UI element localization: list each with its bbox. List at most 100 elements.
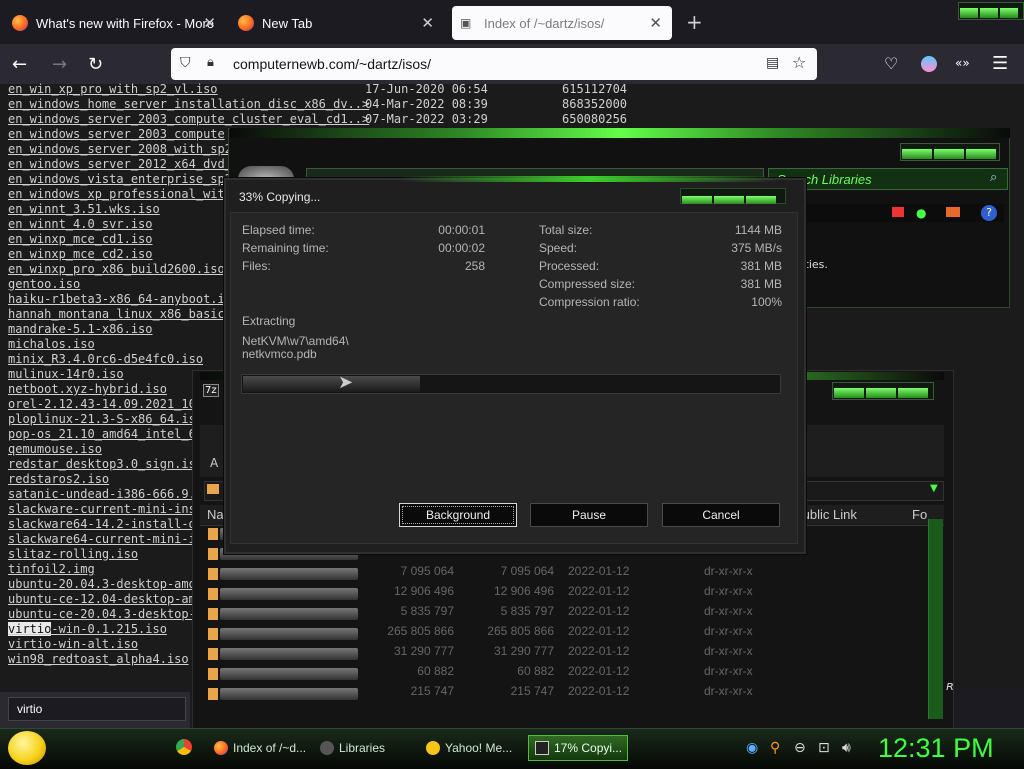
cancel-button[interactable]: Cancel [662,503,780,527]
file-link[interactable]: pop-os_21.10_amd64_intel_6 [8,427,196,441]
pause-button[interactable]: Pause [530,503,648,527]
search-icon[interactable]: ⌕ [990,170,997,185]
file-link[interactable]: en_winnt_3.51.wks.iso [8,202,160,216]
find-input[interactable]: virtio [8,697,186,721]
speed-value: 375 MB/s [731,241,782,255]
volume-icon[interactable]: 🔊︎ [842,740,851,756]
status-dot-icon[interactable]: ● [916,206,926,220]
file-list-row[interactable]: 7 095 064 7 095 064 2022-01-12 dr-xr-xr-x [204,564,944,584]
file-link[interactable]: satanic-undead-i386-666.9. [8,487,196,501]
file-link[interactable]: redstaros2.iso [8,472,109,486]
menu-hamburger-icon[interactable]: ☰ [992,53,1008,74]
file-link[interactable]: ubuntu-ce-20.04.3-desktop- [8,607,196,621]
modified-cell: 2022-01-12 [568,584,630,598]
file-link[interactable]: en_windows_xp_professional_with [8,187,232,201]
file-link[interactable]: slitaz-rolling.iso [8,547,138,561]
close-tab-icon[interactable]: ✕ [649,14,662,32]
file-link[interactable]: mandrake-5.1-x86.iso [8,322,153,336]
file-link[interactable]: en_winxp_pro_x86_build2600.iso [8,262,225,276]
tab-index-of-isos[interactable]: ▣ Index of /~dartz/isos/ ✕ [452,6,672,40]
file-link[interactable]: slackware-current-mini-ins [8,502,196,516]
account-icon[interactable] [921,56,937,72]
start-button[interactable] [8,731,46,765]
file-link[interactable]: en_windows_server_2012_x64_dvd_ [8,157,232,171]
file-link[interactable]: ubuntu-20.04.3-desktop-amd [8,577,196,591]
column-folders[interactable]: Fo [912,507,927,522]
listing-row: en_windows_server_2003_compute [8,127,225,142]
file-link[interactable]: ploplinux-21.3-S-x86_64.is [8,412,196,426]
file-link[interactable]: ubuntu-ce-12.04-desktop-am [8,592,196,606]
network-globe-icon[interactable]: ◉ [746,740,758,756]
file-list-row[interactable]: 31 290 777 31 290 777 2022-01-12 dr-xr-xr-x [204,644,944,664]
file-list-row[interactable]: 5 835 797 5 835 797 2022-01-12 dr-xr-xr-x [204,604,944,624]
taskbar-item-firefox[interactable]: Index of /~d... [208,735,308,761]
background-button[interactable]: Background [399,503,517,527]
reload-icon[interactable]: ↻ [88,54,103,75]
file-list-row[interactable]: 60 882 60 882 2022-01-12 dr-xr-xr-x [204,664,944,684]
bookmark-star-icon[interactable]: ☆ [792,53,806,72]
close-tab-icon[interactable]: ✕ [421,14,434,32]
extensions-icon[interactable]: «» [955,56,970,70]
file-link[interactable]: redstar_desktop3.0_sign.is [8,457,196,471]
listing-row: en_winnt_4.0_svr.iso [8,217,153,232]
elapsed-time-label: Elapsed time: [242,223,315,237]
file-link[interactable]: en_windows_server_2003_compute_cluster_e… [8,112,369,126]
file-link[interactable]: en_windows_server_2003_compute [8,127,225,141]
new-tab-plus-icon[interactable]: + [686,10,703,34]
file-link[interactable]: en_windows_vista_enterprise_sp2 [8,172,232,186]
search-tray-icon[interactable]: ⚲ [770,740,780,756]
tab-new-tab[interactable]: New Tab ✕ [230,6,444,40]
file-link[interactable]: haiku-r1beta3-x86_64-anyboot.is [8,292,232,306]
pocket-icon[interactable]: ♡ [884,54,898,73]
close-tab-icon[interactable]: ✕ [203,14,216,32]
window-controls[interactable] [958,2,1024,20]
taskbar-item-7zip[interactable]: 17% Copyi... [528,735,628,761]
file-link[interactable]: en_win_xp_pro_with_sp2_vl.iso [8,82,218,96]
back-arrow-icon[interactable]: ← [12,54,27,75]
clock[interactable]: 12:31 PM [878,733,994,764]
file-link[interactable]: virtio-win-alt.iso [8,637,138,651]
taskbar-item-yahoo-messenger[interactable]: Yahoo! Me... [420,735,524,761]
chevron-down-icon[interactable]: ▼ [930,483,938,494]
file-link[interactable]: minix_R3.4.0rc6-d5e4fc0.iso [8,352,203,366]
7zip-window-controls[interactable] [832,382,934,400]
taskbar-item-libraries[interactable]: Libraries [314,735,414,761]
file-list-scrollbar[interactable] [928,519,943,719]
listing-row: slackware-current-mini-ins [8,502,196,517]
file-list-row[interactable]: 12 906 496 12 906 496 2022-01-12 dr-xr-xr-x [204,584,944,604]
file-link[interactable]: slackware64-14.2-install-d [8,517,196,531]
file-link[interactable]: win98_redtoast_alpha4.iso [8,652,189,666]
reader-view-icon[interactable]: ▤ [766,55,779,71]
file-link[interactable]: orel-2.12.43-14.09.2021_10 [8,397,196,411]
file-link[interactable]: en_winnt_4.0_svr.iso [8,217,153,231]
file-link[interactable]: michalos.iso [8,337,95,351]
flag-icon[interactable] [892,207,904,217]
file-link[interactable]: gentoo.iso [8,277,80,291]
libraries-window-controls[interactable] [900,143,1000,161]
url-text[interactable]: computernewb.com/~dartz/isos/ [233,56,431,72]
add-toolbar-label[interactable]: A [210,456,218,470]
file-list-row[interactable]: 215 747 215 747 2022-01-12 dr-xr-xr-x [204,684,944,704]
file-link[interactable]: en_winxp_mce_cd2.iso [8,247,153,261]
lock-icon[interactable]: 🔒︎ [207,55,214,70]
file-link[interactable]: hannah_montana_linux_x86_basic_ [8,307,232,321]
dialog-window-controls[interactable] [680,188,786,204]
file-link[interactable]: en_winxp_mce_cd1.iso [8,232,153,246]
minus-circle-icon[interactable]: ⊖ [794,740,806,756]
folder-icon[interactable] [946,207,960,217]
file-link[interactable]: netboot.xyz-hybrid.iso [8,382,167,396]
column-name[interactable]: Na [207,507,224,522]
network-icon[interactable]: ⊡ [818,740,830,756]
file-link[interactable]: en_windows_home_server_installation_disc… [8,97,369,111]
file-link[interactable]: mulinux-14r0.iso [8,367,124,381]
forward-arrow-icon[interactable]: → [52,54,67,75]
file-link[interactable]: qemumouse.iso [8,442,102,456]
file-link[interactable]: tinfoil2.img [8,562,95,576]
shield-icon[interactable]: ⛉ [180,55,191,71]
chrome-icon[interactable] [176,739,192,755]
file-link[interactable]: slackware64-current-mini-i [8,532,196,546]
help-icon[interactable]: ? [981,205,997,221]
file-link[interactable]: en_windows_server_2008_with_sp2 [8,142,232,156]
file-list-row[interactable]: 265 805 866 265 805 866 2022-01-12 dr-xr-xr… [204,624,944,644]
file-link[interactable]: virtio-win-0.1.215.iso [8,622,167,636]
